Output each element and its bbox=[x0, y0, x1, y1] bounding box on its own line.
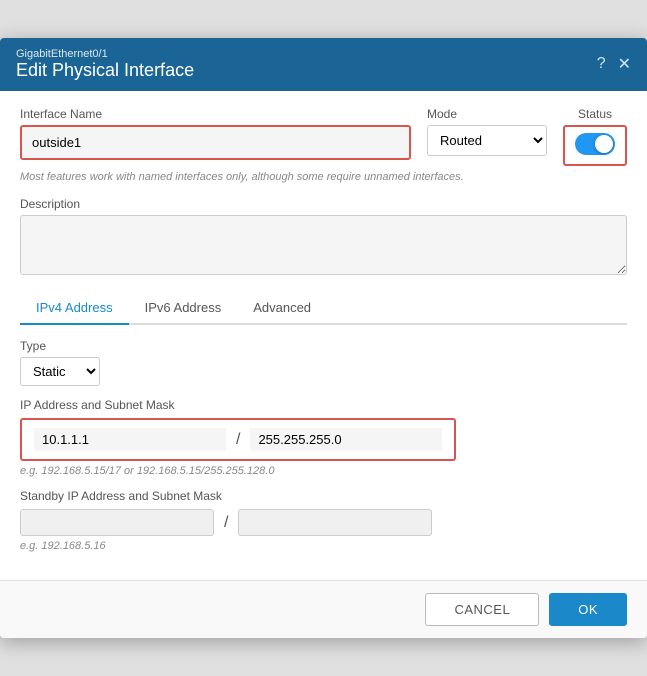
status-label: Status bbox=[578, 107, 612, 121]
ip-hint: e.g. 192.168.5.15/17 or 192.168.5.15/255… bbox=[20, 465, 627, 477]
ipv4-content: Type Static DHCP PPPoE IP Address and Su… bbox=[20, 339, 627, 552]
status-toggle[interactable] bbox=[575, 133, 615, 155]
interface-name-hint: Most features work with named interfaces… bbox=[20, 170, 627, 185]
mode-group: Mode Routed Passive bbox=[427, 107, 547, 156]
description-textarea[interactable] bbox=[20, 215, 627, 275]
edit-physical-interface-dialog: GigabitEthernet0/1 Edit Physical Interfa… bbox=[0, 38, 647, 638]
ip-section: IP Address and Subnet Mask / e.g. 192.16… bbox=[20, 398, 627, 477]
type-label: Type bbox=[20, 339, 627, 353]
interface-name-input[interactable] bbox=[22, 127, 409, 158]
mode-label: Mode bbox=[427, 107, 547, 121]
interface-name-label: Interface Name bbox=[20, 107, 411, 121]
header-subtitle: GigabitEthernet0/1 bbox=[16, 48, 194, 60]
tab-advanced[interactable]: Advanced bbox=[237, 292, 327, 325]
standby-section: Standby IP Address and Subnet Mask / e.g… bbox=[20, 489, 627, 552]
standby-row: / bbox=[20, 509, 627, 536]
tab-bar: IPv4 Address IPv6 Address Advanced bbox=[20, 292, 627, 325]
status-box bbox=[563, 125, 627, 166]
help-icon[interactable]: ? bbox=[597, 55, 606, 73]
standby-label: Standby IP Address and Subnet Mask bbox=[20, 489, 627, 503]
header-icons: ? ✕ bbox=[597, 54, 631, 74]
cancel-button[interactable]: CANCEL bbox=[425, 593, 539, 626]
standby-subnet-input[interactable] bbox=[238, 509, 432, 536]
ip-box: / bbox=[20, 418, 456, 461]
top-row: Interface Name Mode Routed Passive Statu… bbox=[20, 107, 627, 166]
ip-address-input[interactable] bbox=[34, 428, 226, 451]
standby-hint: e.g. 192.168.5.16 bbox=[20, 540, 627, 552]
ip-section-label: IP Address and Subnet Mask bbox=[20, 398, 627, 412]
subnet-mask-input[interactable] bbox=[250, 428, 442, 451]
standby-ip-input[interactable] bbox=[20, 509, 214, 536]
ok-button[interactable]: OK bbox=[549, 593, 627, 626]
dialog-footer: CANCEL OK bbox=[0, 580, 647, 638]
header-title: Edit Physical Interface bbox=[16, 60, 194, 81]
interface-name-group: Interface Name bbox=[20, 107, 411, 160]
dialog-header: GigabitEthernet0/1 Edit Physical Interfa… bbox=[0, 38, 647, 91]
standby-slash-separator: / bbox=[224, 514, 228, 532]
close-icon[interactable]: ✕ bbox=[618, 54, 631, 74]
type-select-wrapper: Static DHCP PPPoE bbox=[20, 357, 627, 386]
slash-separator: / bbox=[236, 431, 240, 449]
description-label: Description bbox=[20, 197, 627, 211]
tab-ipv4[interactable]: IPv4 Address bbox=[20, 292, 129, 325]
type-row: Type Static DHCP PPPoE bbox=[20, 339, 627, 386]
header-left: GigabitEthernet0/1 Edit Physical Interfa… bbox=[16, 48, 194, 81]
description-group: Description bbox=[20, 197, 627, 278]
toggle-slider bbox=[575, 133, 615, 155]
dialog-body: Interface Name Mode Routed Passive Statu… bbox=[0, 91, 647, 580]
mode-select[interactable]: Routed Passive bbox=[427, 125, 547, 156]
status-group: Status bbox=[563, 107, 627, 166]
type-select[interactable]: Static DHCP PPPoE bbox=[20, 357, 100, 386]
tab-ipv6[interactable]: IPv6 Address bbox=[129, 292, 238, 325]
interface-name-box bbox=[20, 125, 411, 160]
